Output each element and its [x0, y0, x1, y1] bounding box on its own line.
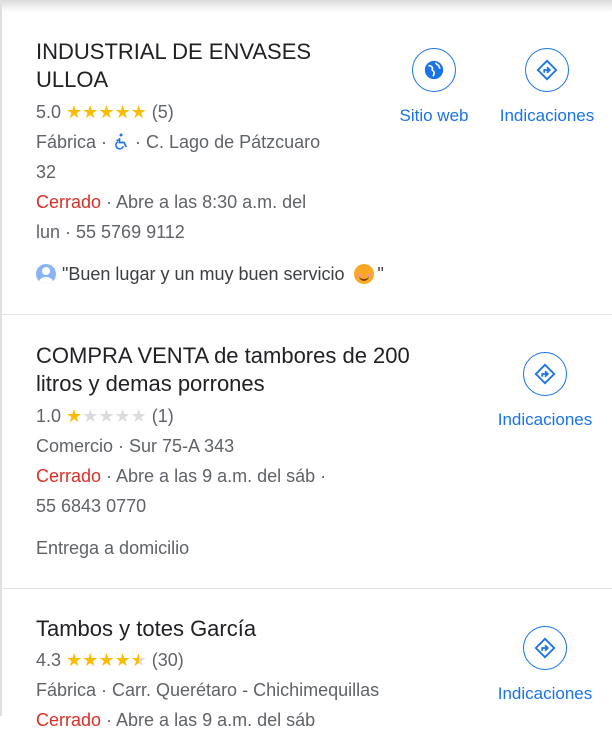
address-cont: 32 — [36, 162, 57, 182]
address: · C. Lago de Pátzcuaro — [130, 132, 321, 152]
top-shadow — [0, 0, 612, 12]
review-snippet: "Buen lugar y un muy buen servicio " — [36, 261, 384, 287]
rating-stars: ★★★★★ — [66, 650, 147, 670]
hours: · Abre a las 9 a.m. del sáb · — [101, 466, 327, 486]
directions-icon[interactable] — [525, 48, 569, 92]
wheelchair-icon — [112, 129, 130, 159]
category-address-row: Fábrica · · C. Lago de Pátzcuaro — [36, 127, 320, 159]
hours-phone: lun · 55 5769 9112 — [36, 222, 185, 242]
review-end: " — [377, 264, 384, 284]
listing-title[interactable]: INDUSTRIAL DE ENVASES ULLOA — [36, 38, 311, 94]
directions-button[interactable]: Indicaciones — [489, 352, 601, 430]
left-edge — [0, 0, 2, 716]
rating-value: 5.0 — [36, 102, 62, 122]
rating-row: 5.0 ★★★★★ (5) — [36, 97, 174, 127]
review-text: "Buen lugar y un muy buen servicio — [62, 264, 350, 284]
service-option: Entrega a domicilio — [36, 538, 190, 558]
directions-label[interactable]: Indicaciones — [491, 106, 603, 126]
status-badge: Cerrado — [36, 466, 102, 486]
hours: · Abre a las 9 a.m. del sáb — [101, 710, 316, 730]
hours-row: Cerrado · Abre a las 8:30 a.m. del — [36, 187, 306, 217]
globe-icon[interactable] — [412, 48, 456, 92]
hours-row: Cerrado · Abre a las 9 a.m. del sáb · — [36, 461, 326, 491]
listing-title[interactable]: COMPRA VENTA de tambores de 200 litros y… — [36, 342, 410, 398]
website-label[interactable]: Sitio web — [393, 106, 475, 126]
directions-label[interactable]: Indicaciones — [489, 684, 601, 704]
rating-value: 1.0 — [36, 406, 62, 426]
category-address-row: Comercio · Sur 75-A 343 — [36, 436, 235, 456]
divider — [0, 314, 612, 315]
category: Fábrica · — [36, 132, 113, 152]
website-button[interactable]: Sitio web — [393, 48, 475, 126]
listing-title[interactable]: Tambos y totes García — [36, 615, 256, 643]
directions-button[interactable]: Indicaciones — [491, 48, 603, 126]
phone: 55 6843 0770 — [36, 496, 147, 516]
category-address-row: Fábrica · Carr. Querétaro - Chichimequil… — [36, 680, 380, 700]
status-badge: Cerrado — [36, 192, 102, 212]
directions-icon[interactable] — [523, 626, 567, 670]
hours: · Abre a las 8:30 a.m. del — [101, 192, 307, 212]
directions-button[interactable]: Indicaciones — [489, 626, 601, 704]
hours-row: Cerrado · Abre a las 9 a.m. del sáb — [36, 705, 315, 735]
review-count: (1) — [151, 406, 174, 426]
status-badge: Cerrado — [36, 710, 102, 730]
rating-row: 4.3 ★★★★★ (30) — [36, 645, 184, 675]
review-count: (5) — [151, 102, 174, 122]
divider — [0, 588, 612, 589]
rating-row: 1.0 ★★★★★ (1) — [36, 401, 174, 431]
directions-icon[interactable] — [523, 352, 567, 396]
smile-emoji-icon — [353, 264, 374, 284]
rating-value: 4.3 — [36, 650, 62, 670]
avatar — [36, 264, 56, 284]
rating-stars: ★★★★★ — [66, 102, 147, 122]
rating-stars: ★★★★★ — [66, 406, 147, 426]
review-count: (30) — [151, 650, 184, 670]
directions-label[interactable]: Indicaciones — [489, 410, 601, 430]
